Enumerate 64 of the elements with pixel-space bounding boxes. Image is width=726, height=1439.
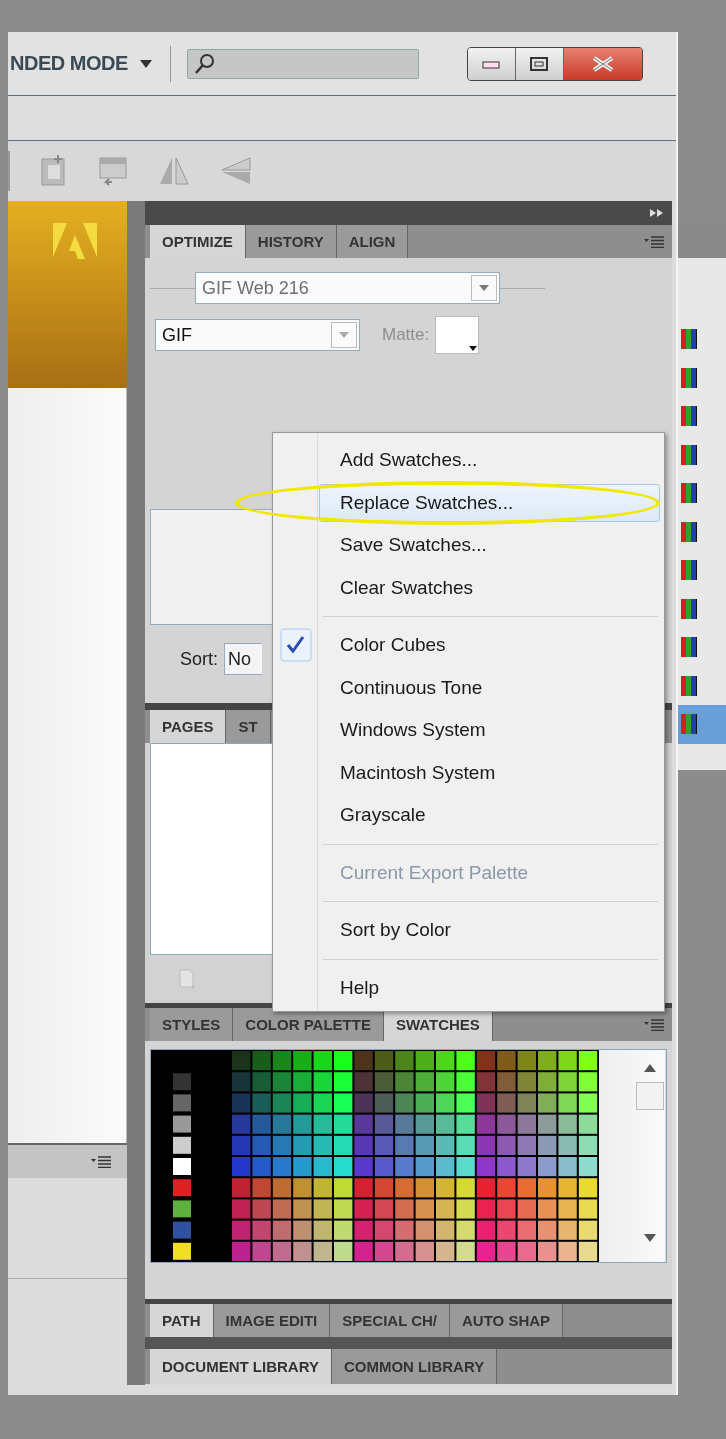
maximize-icon xyxy=(530,56,549,71)
dropdown-caret-icon xyxy=(469,346,478,351)
menu-item[interactable]: Sort by Color xyxy=(319,911,660,950)
panel-tab[interactable]: AUTO SHAP xyxy=(450,1304,564,1337)
scroll-thumb[interactable] xyxy=(636,1082,664,1110)
menu-item[interactable]: Help xyxy=(319,968,660,1007)
matte-color-well[interactable] xyxy=(435,316,480,354)
palette-icon[interactable] xyxy=(681,560,697,581)
minimize-button[interactable] xyxy=(467,47,516,80)
minimize-icon xyxy=(482,58,501,69)
menu-item[interactable]: Windows System xyxy=(319,711,660,750)
scroll-up-icon[interactable] xyxy=(644,1064,656,1072)
dropdown-caret-icon[interactable] xyxy=(139,59,152,68)
close-button[interactable] xyxy=(563,47,642,80)
dropdown-caret-icon xyxy=(339,332,349,338)
scroll-down-icon[interactable] xyxy=(644,1234,656,1242)
scrollbar[interactable] xyxy=(599,1050,665,1262)
workspace-mode-label[interactable]: NDED MODE xyxy=(10,52,128,75)
panel-tab[interactable]: OPTIMIZE xyxy=(150,225,246,258)
panel-tab[interactable]: ST xyxy=(226,710,271,743)
menu-item[interactable]: Macintosh System xyxy=(319,753,660,792)
palette-icon[interactable] xyxy=(681,598,697,619)
panel-tab[interactable]: DOCUMENT LIBRARY xyxy=(150,1349,332,1384)
sort-select[interactable]: No xyxy=(224,643,262,675)
palette-icon[interactable] xyxy=(681,637,697,658)
dropdown-caret-icon xyxy=(479,285,489,291)
menu-item[interactable]: Grayscale xyxy=(319,796,660,835)
menu-item[interactable]: Save Swatches... xyxy=(319,526,660,565)
menu-item[interactable]: Clear Swatches xyxy=(319,568,660,607)
maximize-button[interactable] xyxy=(515,47,564,80)
palette-icon[interactable] xyxy=(681,406,697,427)
close-icon xyxy=(590,55,615,72)
panel-tab[interactable]: STYLES xyxy=(150,1008,234,1041)
sort-label: Sort: xyxy=(180,648,218,670)
panel-menu-icon[interactable] xyxy=(644,1018,664,1031)
panel-tab[interactable]: PAGES xyxy=(150,710,227,743)
search-field[interactable] xyxy=(186,48,419,79)
panel-tab[interactable]: ALIGN xyxy=(336,225,409,258)
panel-tab[interactable]: SPECIAL CH/ xyxy=(330,1304,451,1337)
panel-tab[interactable]: COLOR PALETTE xyxy=(233,1008,384,1041)
search-icon xyxy=(193,52,216,75)
page-icon[interactable] xyxy=(40,155,68,187)
palette-icon[interactable] xyxy=(681,367,697,388)
palette-icon[interactable] xyxy=(681,714,697,735)
panel-tab[interactable]: HISTORY xyxy=(245,225,337,258)
panel-menu-icon[interactable] xyxy=(91,1155,111,1168)
panel-tab[interactable]: IMAGE EDITI xyxy=(213,1304,331,1337)
panel-tab[interactable]: PATH xyxy=(150,1304,214,1337)
palette-icon[interactable] xyxy=(681,329,697,350)
menu-item[interactable]: Continuous Tone xyxy=(319,668,660,707)
panel-tab-strip xyxy=(678,225,726,258)
palette-icon[interactable] xyxy=(681,444,697,465)
palette-icon[interactable] xyxy=(681,675,697,696)
swatch-grid[interactable] xyxy=(151,1050,599,1262)
menu-item[interactable]: Replace Swatches... xyxy=(319,483,660,522)
collapse-icon[interactable] xyxy=(650,209,664,217)
menu-item[interactable]: Color Cubes xyxy=(319,626,660,665)
palette-icon[interactable] xyxy=(681,521,697,542)
palette-icon[interactable] xyxy=(681,483,697,504)
menu-item[interactable]: Add Swatches... xyxy=(319,441,660,480)
panel-tab[interactable]: COMMON LIBRARY xyxy=(331,1349,498,1384)
panel-menu-icon[interactable] xyxy=(644,235,664,248)
matte-label: Matte: xyxy=(382,325,430,345)
format-select[interactable]: GIF xyxy=(155,319,360,351)
